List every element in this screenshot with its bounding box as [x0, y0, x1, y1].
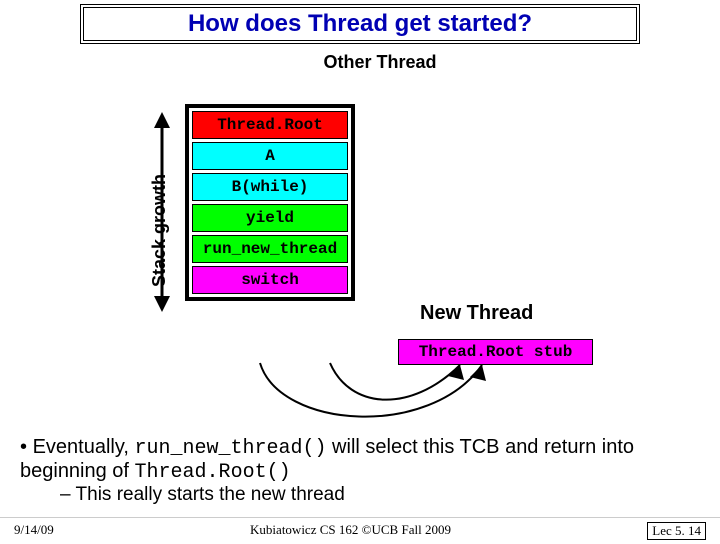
bullet-list: • Eventually, run_new_thread() will sele…	[20, 436, 710, 506]
footer-divider	[0, 517, 720, 518]
stack-box: Thread.Root A B(while) yield run_new_thr…	[185, 104, 355, 301]
stack-cell: Thread.Root	[192, 111, 348, 139]
footer: 9/14/09 Kubiatowicz CS 162 ©UCB Fall 200…	[0, 522, 720, 540]
stack-cell: B(while)	[192, 173, 348, 201]
title-frame: How does Thread get started?	[80, 4, 640, 44]
other-thread-label: Other Thread	[40, 52, 720, 73]
code-span: Thread.Root()	[135, 461, 291, 484]
stack-area: Stack growth Thread.Root A B(while) yiel…	[185, 104, 355, 301]
stack-growth-label: Stack growth	[149, 174, 170, 287]
stack-cell: A	[192, 142, 348, 170]
stack-cell: yield	[192, 204, 348, 232]
footer-date: 9/14/09	[14, 522, 54, 540]
footer-lec: Lec 5. 14	[647, 522, 706, 540]
transition-arrows	[200, 359, 540, 439]
bullet-sub-text: This really starts the new thread	[76, 484, 345, 505]
page-title: How does Thread get started?	[188, 10, 532, 37]
new-thread-label: New Thread	[420, 302, 533, 325]
stack-cell: run_new_thread	[192, 235, 348, 263]
code-span: run_new_thread()	[134, 437, 326, 460]
bullet-main: • Eventually, run_new_thread() will sele…	[20, 436, 710, 484]
bullet-text: Eventually,	[33, 436, 135, 458]
bullet-sub: – This really starts the new thread	[60, 484, 710, 506]
footer-center: Kubiatowicz CS 162 ©UCB Fall 2009	[250, 522, 451, 540]
title-inner: How does Thread get started?	[83, 7, 637, 41]
stack-cell: switch	[192, 266, 348, 294]
